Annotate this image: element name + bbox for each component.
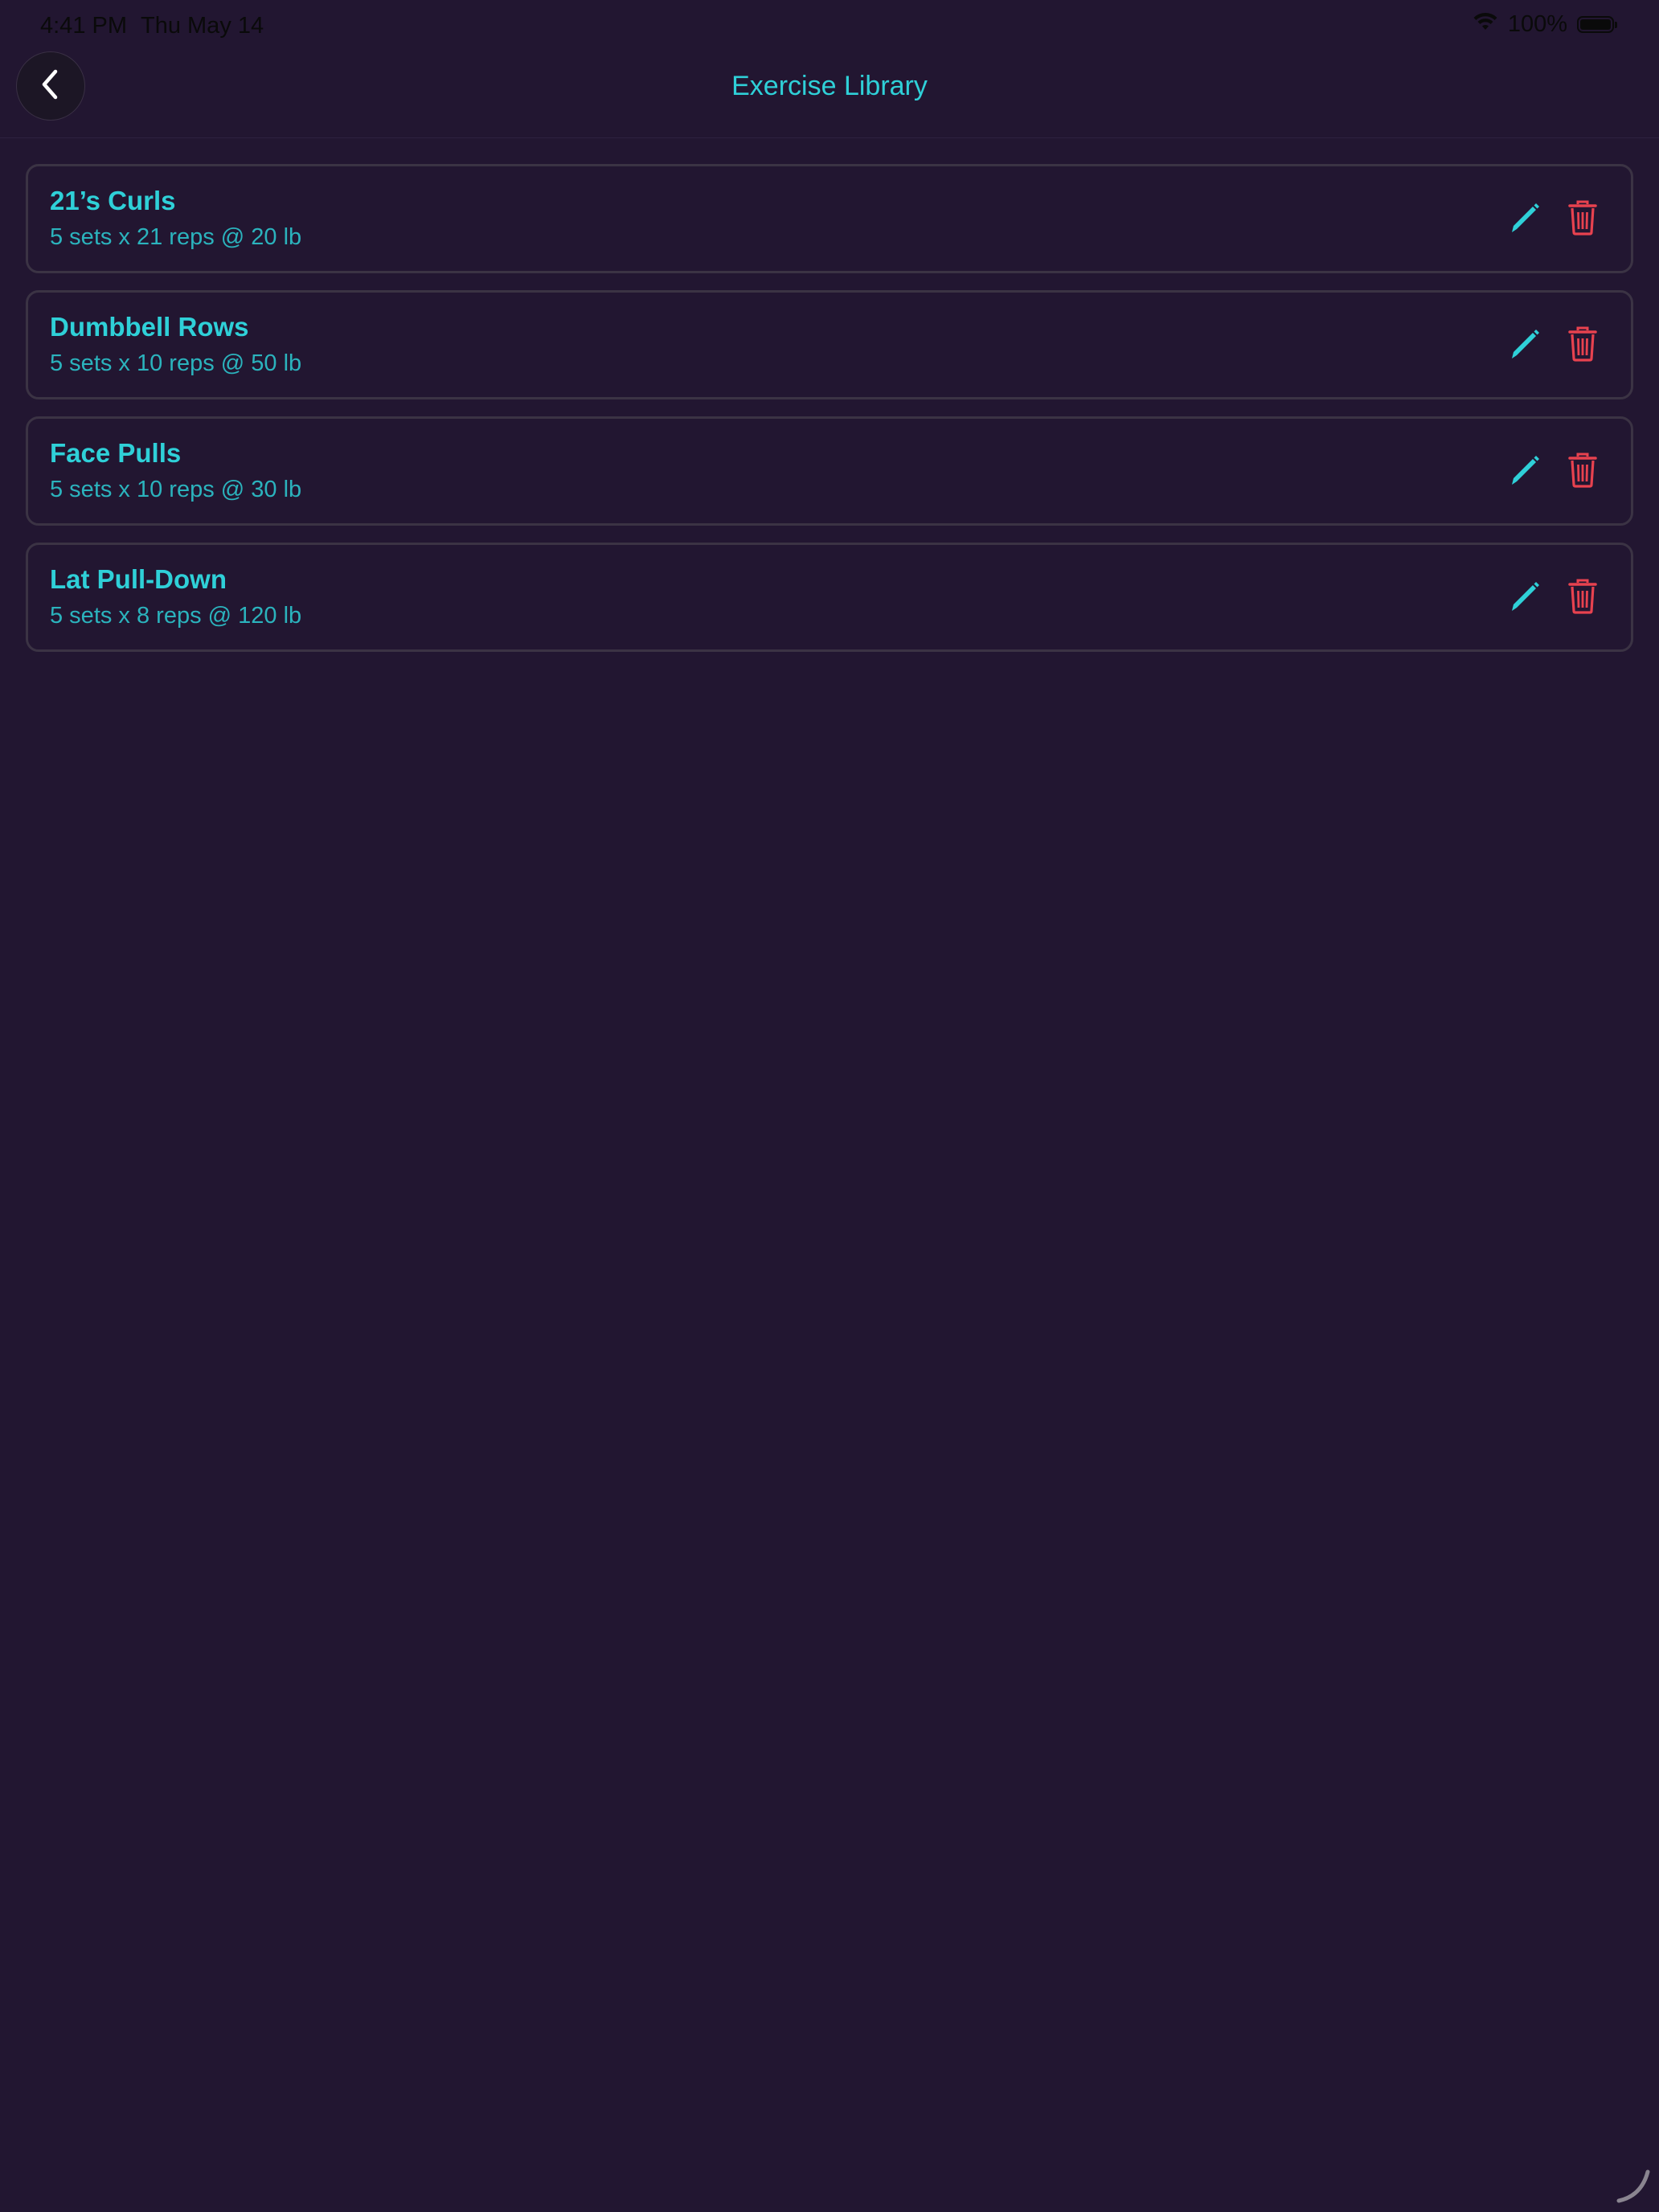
- status-indicators: 100%: [1473, 11, 1617, 38]
- trash-icon: [1568, 453, 1597, 492]
- edit-button[interactable]: [1507, 580, 1542, 616]
- pencil-icon: [1507, 200, 1542, 240]
- status-date: Thu May 14: [141, 13, 264, 39]
- trash-icon: [1568, 326, 1597, 366]
- pencil-icon: [1507, 326, 1542, 366]
- exercise-name: Dumbbell Rows: [50, 312, 249, 342]
- battery-icon: [1577, 16, 1617, 33]
- exercise-detail: 5 sets x 21 reps @ 20 lb: [50, 224, 302, 250]
- exercise-detail: 5 sets x 10 reps @ 30 lb: [50, 477, 302, 502]
- exercise-card[interactable]: Face Pulls 5 sets x 10 reps @ 30 lb: [26, 416, 1633, 526]
- exercise-detail: 5 sets x 8 reps @ 120 lb: [50, 603, 302, 629]
- resize-grip-icon[interactable]: [1614, 2167, 1651, 2204]
- page-title: Exercise Library: [731, 71, 928, 101]
- exercise-name: 21’s Curls: [50, 186, 176, 215]
- status-time: 4:41 PM: [40, 13, 127, 39]
- exercise-name: Face Pulls: [50, 438, 182, 468]
- status-bar: 4:41 PM Thu May 14 100%: [0, 0, 1659, 51]
- exercise-detail: 5 sets x 10 reps @ 50 lb: [50, 350, 302, 376]
- exercise-card[interactable]: Dumbbell Rows 5 sets x 10 reps @ 50 lb: [26, 290, 1633, 399]
- battery-percentage: 100%: [1507, 11, 1567, 37]
- exercise-name: Lat Pull-Down: [50, 564, 227, 594]
- delete-button[interactable]: [1565, 579, 1600, 618]
- delete-button[interactable]: [1565, 453, 1600, 490]
- trash-icon: [1568, 579, 1597, 618]
- pencil-icon: [1507, 579, 1542, 618]
- edit-button[interactable]: [1507, 454, 1542, 490]
- delete-button[interactable]: [1565, 200, 1600, 240]
- exercise-card[interactable]: 21’s Curls 5 sets x 21 reps @ 20 lb: [26, 164, 1633, 273]
- exercise-list: 21’s Curls 5 sets x 21 reps @ 20 lb Dumb…: [26, 164, 1633, 669]
- trash-icon: [1568, 200, 1597, 240]
- exercise-card[interactable]: Lat Pull-Down 5 sets x 8 reps @ 120 lb: [26, 543, 1633, 652]
- navigation-bar: Exercise Library: [0, 51, 1659, 138]
- pencil-icon: [1507, 453, 1542, 492]
- wifi-icon: [1473, 11, 1498, 38]
- delete-button[interactable]: [1565, 326, 1600, 366]
- screen: 4:41 PM Thu May 14 100% Exercise Library…: [0, 0, 1659, 2212]
- edit-button[interactable]: [1507, 328, 1542, 363]
- edit-button[interactable]: [1507, 202, 1542, 237]
